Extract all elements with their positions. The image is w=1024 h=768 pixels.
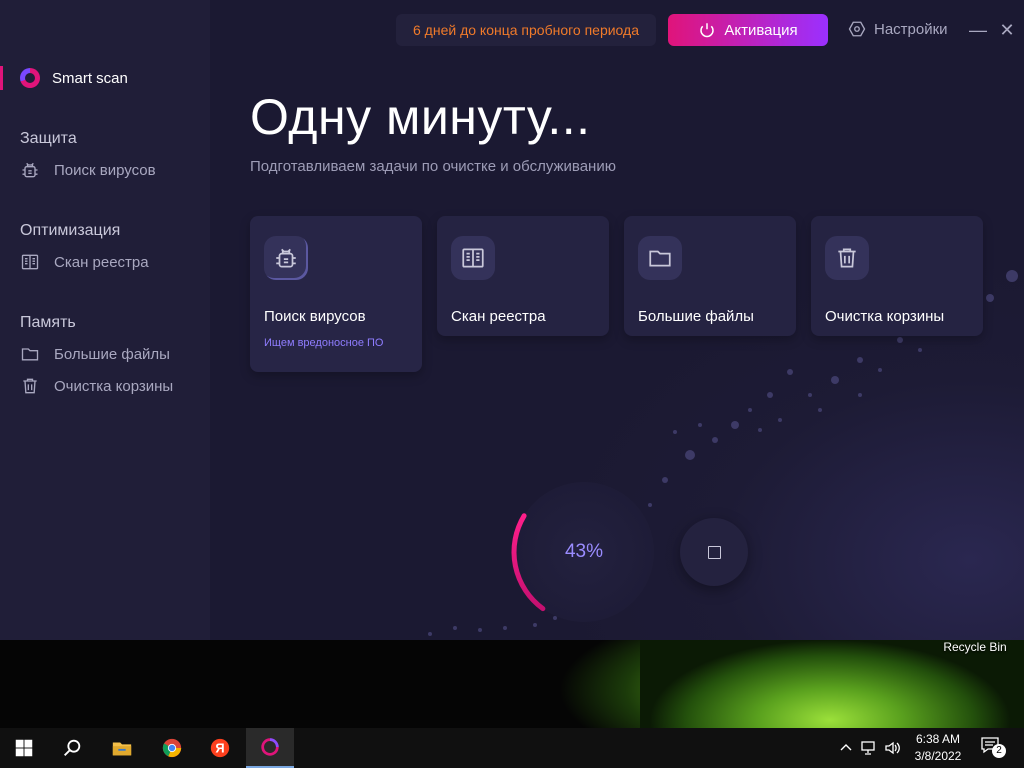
power-icon: [700, 23, 715, 38]
bug-icon: [276, 248, 296, 268]
yandex-glyph: Я: [215, 741, 224, 756]
search-icon: [64, 739, 81, 756]
start-button[interactable]: [0, 728, 48, 768]
book-icon: [462, 248, 484, 268]
taskbar-clock[interactable]: 6:38 AM 3/8/2022: [905, 731, 971, 765]
progress-percent: 43%: [564, 541, 604, 562]
task-card-registry-scan[interactable]: Скан реестра: [437, 216, 609, 336]
task-card-empty-trash[interactable]: Очистка корзины: [811, 216, 983, 336]
task-card-virus-scan[interactable]: Поиск вирусов Ищем вредоносное ПО: [250, 216, 422, 372]
stop-icon: [707, 545, 721, 559]
cleaner-app-window: Smart scan Защита Поиск вирусов Оптимиза…: [0, 0, 1024, 640]
recycle-bin-label: Recycle Bin: [943, 640, 1007, 654]
activate-label: Активация: [724, 21, 798, 39]
card-icon-bg: [638, 236, 682, 280]
settings-label: Настройки: [874, 20, 948, 38]
taskbar-chrome[interactable]: [148, 728, 196, 768]
card-icon-bg: [264, 236, 308, 280]
card-status: Ищем вредоносное ПО: [264, 337, 384, 349]
taskbar-cleaner-app[interactable]: [246, 728, 294, 768]
file-explorer-icon: [112, 742, 132, 756]
network-icon[interactable]: [860, 739, 878, 757]
taskbar-file-explorer[interactable]: [98, 728, 146, 768]
chevron-up-icon[interactable]: [838, 740, 854, 756]
card-label: Поиск вирусов: [264, 308, 366, 325]
close-button[interactable]: ✕: [996, 14, 1018, 46]
volume-icon[interactable]: [884, 739, 902, 757]
task-card-large-files[interactable]: Большие файлы: [624, 216, 796, 336]
windows-start-icon: [15, 739, 33, 757]
minimize-button[interactable]: —: [968, 14, 988, 46]
activate-button[interactable]: Активация: [668, 14, 828, 46]
cleaner-app-icon: [261, 738, 279, 756]
taskbar-search-button[interactable]: [48, 728, 96, 768]
card-icon-bg: [451, 236, 495, 280]
yandex-browser-icon: Я: [210, 738, 230, 758]
settings-button[interactable]: Настройки: [848, 20, 948, 38]
trash-icon: [838, 248, 856, 268]
card-label: Очистка корзины: [825, 308, 945, 325]
trial-banner[interactable]: 6 дней до конца пробного периода: [396, 14, 656, 46]
taskbar-yandex-browser[interactable]: Я: [196, 728, 244, 768]
card-label: Скан реестра: [451, 308, 546, 325]
folder-icon: [649, 250, 671, 267]
clock-time: 6:38 AM: [915, 732, 961, 746]
card-icon-bg: [825, 236, 869, 280]
progress-ring: 43%: [510, 478, 658, 626]
system-tray: [838, 728, 902, 768]
stop-button[interactable]: [680, 518, 748, 586]
action-center-button[interactable]: 2: [980, 736, 1010, 760]
page-title: Одну минуту...: [250, 89, 591, 145]
gear-icon: [848, 21, 866, 37]
page-subtitle: Подготавливаем задачи по очистке и обслу…: [250, 158, 616, 175]
card-label: Большие файлы: [638, 308, 754, 325]
clock-date: 3/8/2022: [914, 749, 962, 763]
chrome-icon: [162, 738, 182, 758]
taskbar: Я 6:38 AM 3/8/2022 2: [0, 728, 1024, 768]
notification-count-badge: 2: [992, 744, 1006, 758]
